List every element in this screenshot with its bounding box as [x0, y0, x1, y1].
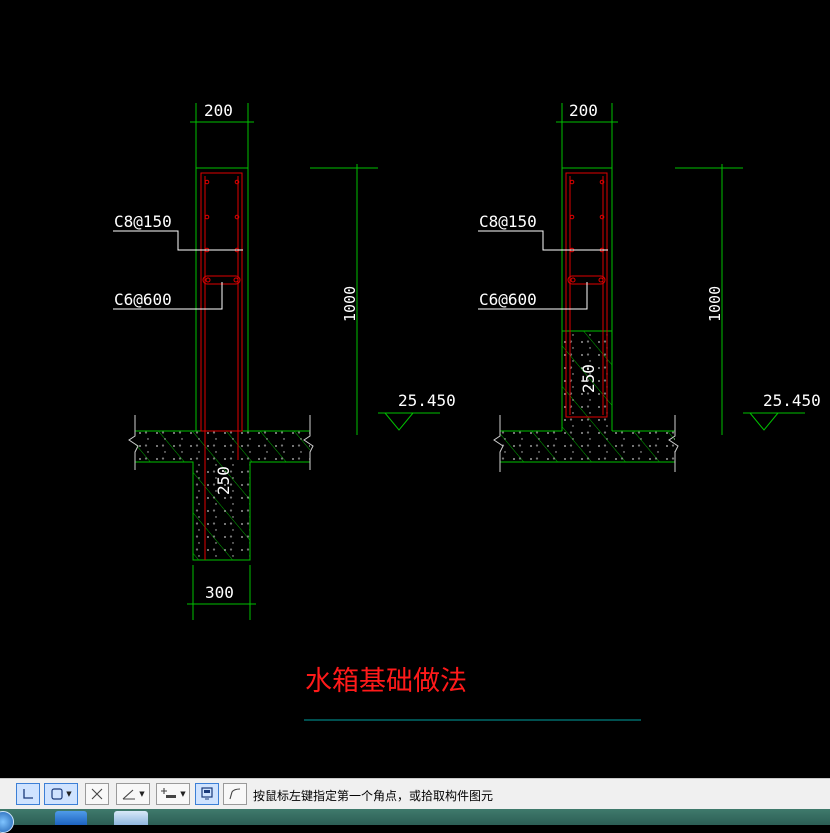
left-top-dimension: 200	[204, 101, 233, 120]
ortho-button[interactable]	[16, 783, 40, 805]
left-section-depth: 250	[214, 466, 233, 495]
left-rebar-label-2: C6@600	[114, 290, 172, 309]
angle-snap-button[interactable]: ▼	[116, 783, 150, 805]
taskbar-app-1-icon[interactable]	[55, 811, 87, 825]
right-height-dimension: 1000	[706, 286, 724, 322]
left-height-dimension: 1000	[341, 286, 359, 322]
right-rebar-label-2: C6@600	[479, 290, 537, 309]
command-statusbar: ▼ ▼ ▼ 按鼠标左键指定第一个角点，或拾取构件图元	[0, 778, 830, 810]
left-elevation: 25.450	[398, 391, 456, 410]
left-rebar-label-1: C8@150	[114, 212, 172, 231]
taskbar-app-2-icon[interactable]	[114, 811, 148, 825]
dropdown-arrow-icon: ▼	[139, 790, 145, 798]
dropdown-arrow-icon: ▼	[66, 790, 72, 798]
drawing-title: 水箱基础做法	[305, 666, 467, 697]
windows-taskbar	[0, 809, 830, 833]
cross-select-button[interactable]	[85, 783, 109, 805]
angle-snap-icon	[122, 789, 136, 800]
rect-select-button[interactable]: ▼	[44, 783, 78, 805]
right-rebar-label-1: C8@150	[479, 212, 537, 231]
right-foundation-detail	[478, 103, 805, 472]
command-prompt: 按鼠标左键指定第一个角点，或拾取构件图元	[253, 789, 494, 803]
offset-button[interactable]: ▼	[156, 783, 190, 805]
cad-canvas[interactable]: 200 300 C8@150 C6@600 1000 25.450 250 20…	[0, 0, 830, 778]
left-bottom-dimension: 300	[205, 583, 234, 602]
right-section-depth: 250	[579, 364, 598, 393]
cross-select-icon	[91, 788, 103, 800]
offset-icon	[161, 788, 177, 798]
polyline-icon	[229, 788, 241, 800]
ortho-icon	[23, 789, 33, 799]
left-foundation-detail	[113, 103, 440, 620]
right-top-dimension: 200	[569, 101, 598, 120]
dropdown-arrow-icon: ▼	[180, 790, 186, 798]
right-elevation: 25.450	[763, 391, 821, 410]
polyline-button[interactable]	[223, 783, 247, 805]
object-snap-button[interactable]	[195, 783, 219, 805]
start-button-icon[interactable]	[0, 811, 14, 833]
object-snap-icon	[201, 787, 213, 800]
rect-select-icon	[51, 788, 63, 800]
